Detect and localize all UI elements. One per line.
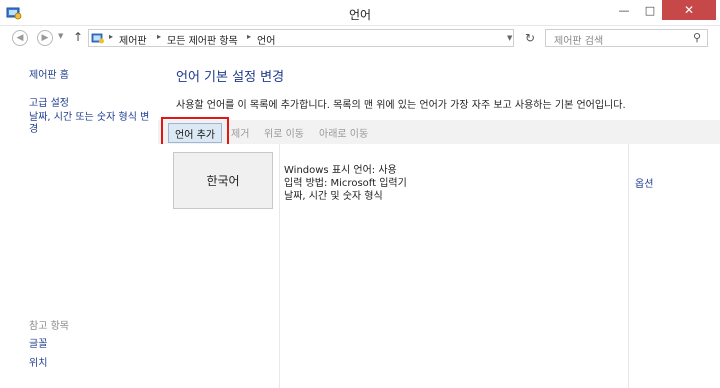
breadcrumb-item[interactable]: 언어	[257, 32, 275, 47]
refresh-button[interactable]: ↻	[521, 29, 539, 47]
page-description: 사용할 언어를 이 목록에 추가합니다. 목록의 맨 위에 있는 언어가 가장 …	[176, 100, 626, 111]
column-divider	[628, 144, 629, 388]
highlight-box	[161, 117, 229, 146]
sidebar-item-advanced-settings[interactable]: 고급 설정	[29, 94, 69, 109]
search-box[interactable]: 제어판 검색 ⚲	[545, 29, 708, 47]
up-arrow-icon[interactable]: ↑	[73, 30, 83, 44]
back-button[interactable]: ◀	[12, 30, 28, 46]
move-down-button[interactable]: 아래로 이동	[319, 125, 368, 140]
sidebar-item-control-panel-home[interactable]: 제어판 홈	[29, 66, 69, 81]
breadcrumb-item[interactable]: 모든 제어판 항목	[167, 32, 238, 47]
language-tile-korean[interactable]: 한국어	[173, 152, 273, 209]
refresh-icon: ↻	[524, 31, 536, 45]
language-options-link[interactable]: 옵션	[635, 175, 653, 190]
language-toolbar: 언어 추가 제거 위로 이동 아래로 이동	[158, 120, 720, 144]
remove-button[interactable]: 제거	[231, 125, 249, 140]
address-dropdown[interactable]: ▼	[507, 34, 512, 42]
left-pane	[0, 50, 158, 388]
maximize-button[interactable]: □	[637, 0, 663, 20]
breadcrumb-separator-icon[interactable]: ▸	[157, 32, 161, 41]
forward-button[interactable]: ▶	[37, 30, 53, 46]
move-up-button[interactable]: 위로 이동	[264, 125, 304, 140]
address-bar[interactable]: ▸ 제어판 ▸ 모든 제어판 항목 ▸ 언어	[88, 29, 514, 47]
search-placeholder: 제어판 검색	[554, 36, 604, 47]
navigation-bar: ◀ ▶ ▼ ↑ ▸ 제어판 ▸ 모든 제어판 항목 ▸ 언어 ▼ ↻ 제어판 검…	[0, 26, 720, 50]
recent-locations-dropdown[interactable]: ▼	[58, 32, 63, 40]
forward-arrow-icon: ▶	[41, 33, 49, 43]
title-bar: 언어 — □ ✕	[0, 0, 720, 26]
sidebar-item-date-time-format[interactable]: 날짜, 시간 또는 숫자 형식 변경	[29, 112, 154, 136]
breadcrumb-separator-icon[interactable]: ▸	[247, 32, 251, 41]
column-divider	[279, 144, 280, 388]
control-panel-icon	[91, 33, 104, 44]
sidebar-item-location[interactable]: 위치	[29, 354, 47, 369]
breadcrumb-separator-icon[interactable]: ▸	[109, 32, 113, 41]
language-name: 한국어	[206, 174, 240, 188]
page-title: 언어 기본 설정 변경	[176, 70, 285, 85]
sidebar-item-fonts[interactable]: 글꼴	[29, 335, 47, 350]
see-also-title: 참고 항목	[29, 321, 69, 332]
back-arrow-icon: ◀	[16, 33, 24, 43]
breadcrumb-item[interactable]: 제어판	[119, 32, 147, 47]
close-button[interactable]: ✕	[662, 0, 716, 20]
minimize-button[interactable]: —	[611, 0, 637, 20]
search-icon: ⚲	[692, 31, 701, 44]
language-detail: 날짜, 시간 및 숫자 형식	[284, 191, 383, 202]
